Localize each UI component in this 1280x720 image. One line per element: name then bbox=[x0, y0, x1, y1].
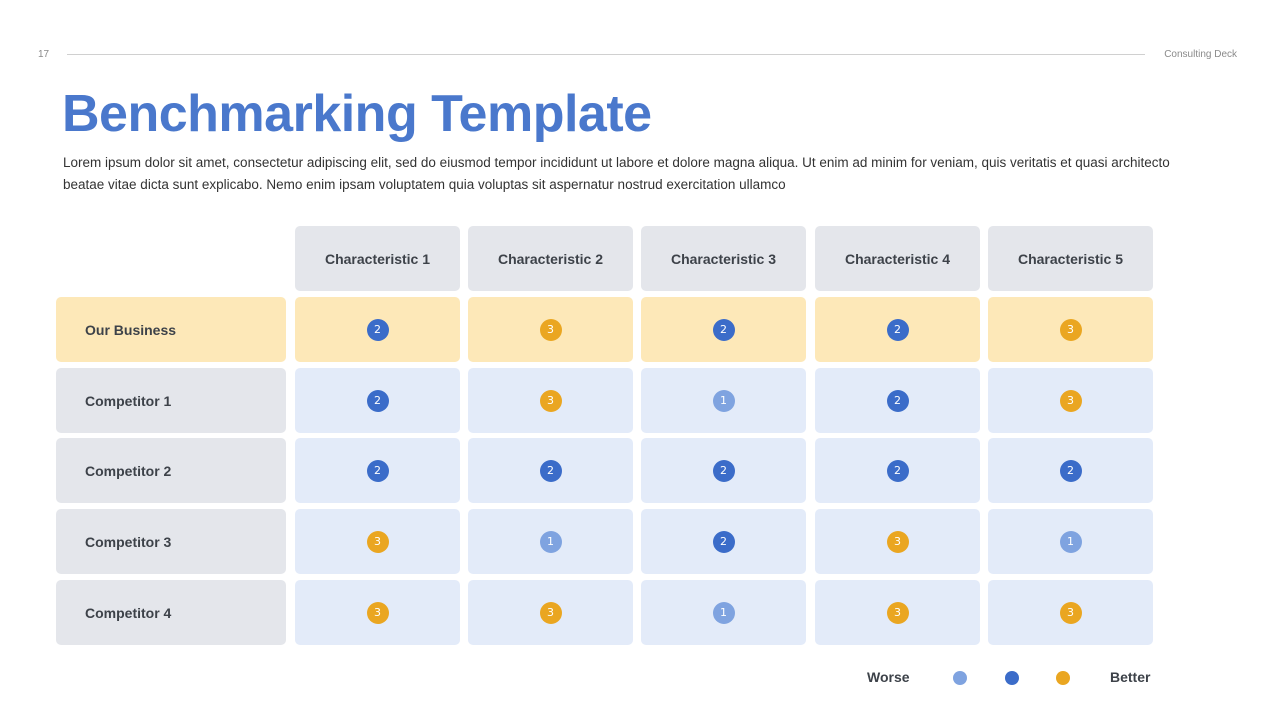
score-badge: 1 bbox=[539, 530, 562, 553]
column-header-3: Characteristic 3 bbox=[641, 226, 806, 291]
score-badge: 3 bbox=[1059, 389, 1082, 412]
column-header-1: Characteristic 1 bbox=[295, 226, 460, 291]
score-badge: 3 bbox=[539, 318, 562, 341]
score-cell: 3 bbox=[988, 297, 1153, 362]
score-badge: 2 bbox=[712, 318, 735, 341]
score-cell: 1 bbox=[468, 509, 633, 574]
score-cell: 2 bbox=[295, 438, 460, 503]
score-cell: 2 bbox=[815, 368, 980, 433]
score-cell: 2 bbox=[988, 438, 1153, 503]
score-cell: 3 bbox=[468, 368, 633, 433]
score-badge: 2 bbox=[539, 459, 562, 482]
score-cell: 1 bbox=[641, 368, 806, 433]
score-cell: 3 bbox=[468, 297, 633, 362]
legend-dot-score-2 bbox=[1005, 671, 1019, 685]
score-badge: 3 bbox=[366, 601, 389, 624]
score-badge: 2 bbox=[1059, 459, 1082, 482]
legend-dot-score-1 bbox=[953, 671, 967, 685]
score-badge: 3 bbox=[539, 389, 562, 412]
score-badge: 1 bbox=[712, 389, 735, 412]
row-label: Competitor 3 bbox=[56, 509, 286, 574]
score-badge: 2 bbox=[366, 389, 389, 412]
score-badge: 3 bbox=[366, 530, 389, 553]
score-cell: 2 bbox=[295, 297, 460, 362]
row-label: Competitor 1 bbox=[56, 368, 286, 433]
row-label: Competitor 4 bbox=[56, 580, 286, 645]
score-cell: 2 bbox=[641, 509, 806, 574]
score-badge: 1 bbox=[1059, 530, 1082, 553]
score-cell: 2 bbox=[468, 438, 633, 503]
deck-name: Consulting Deck bbox=[1164, 49, 1237, 60]
score-cell: 1 bbox=[641, 580, 806, 645]
header-divider bbox=[67, 54, 1145, 55]
score-cell: 2 bbox=[295, 368, 460, 433]
score-badge: 3 bbox=[886, 530, 909, 553]
score-cell: 2 bbox=[815, 297, 980, 362]
score-cell: 2 bbox=[641, 438, 806, 503]
score-badge: 2 bbox=[886, 318, 909, 341]
legend-dot-score-3 bbox=[1056, 671, 1070, 685]
score-badge: 3 bbox=[1059, 601, 1082, 624]
legend-worse-label: Worse bbox=[867, 669, 910, 685]
score-badge: 2 bbox=[366, 318, 389, 341]
score-badge: 3 bbox=[886, 601, 909, 624]
page-description: Lorem ipsum dolor sit amet, consectetur … bbox=[63, 155, 1170, 192]
page-number: 17 bbox=[38, 49, 50, 60]
column-header-2: Characteristic 2 bbox=[468, 226, 633, 291]
score-badge: 1 bbox=[712, 601, 735, 624]
score-cell: 2 bbox=[815, 438, 980, 503]
score-badge: 2 bbox=[712, 530, 735, 553]
row-label: Our Business bbox=[56, 297, 286, 362]
legend-better-label: Better bbox=[1110, 669, 1151, 685]
score-cell: 3 bbox=[295, 509, 460, 574]
score-badge: 2 bbox=[886, 459, 909, 482]
score-cell: 3 bbox=[468, 580, 633, 645]
column-header-5: Characteristic 5 bbox=[988, 226, 1153, 291]
score-cell: 2 bbox=[641, 297, 806, 362]
score-badge: 3 bbox=[539, 601, 562, 624]
score-badge: 2 bbox=[712, 459, 735, 482]
column-header-4: Characteristic 4 bbox=[815, 226, 980, 291]
page-title: Benchmarking Template bbox=[62, 85, 652, 143]
score-cell: 3 bbox=[988, 368, 1153, 433]
score-badge: 2 bbox=[366, 459, 389, 482]
score-badge: 3 bbox=[1059, 318, 1082, 341]
score-badge: 2 bbox=[886, 389, 909, 412]
score-cell: 3 bbox=[988, 580, 1153, 645]
score-cell: 1 bbox=[988, 509, 1153, 574]
score-cell: 3 bbox=[815, 580, 980, 645]
score-cell: 3 bbox=[815, 509, 980, 574]
row-label: Competitor 2 bbox=[56, 438, 286, 503]
score-cell: 3 bbox=[295, 580, 460, 645]
